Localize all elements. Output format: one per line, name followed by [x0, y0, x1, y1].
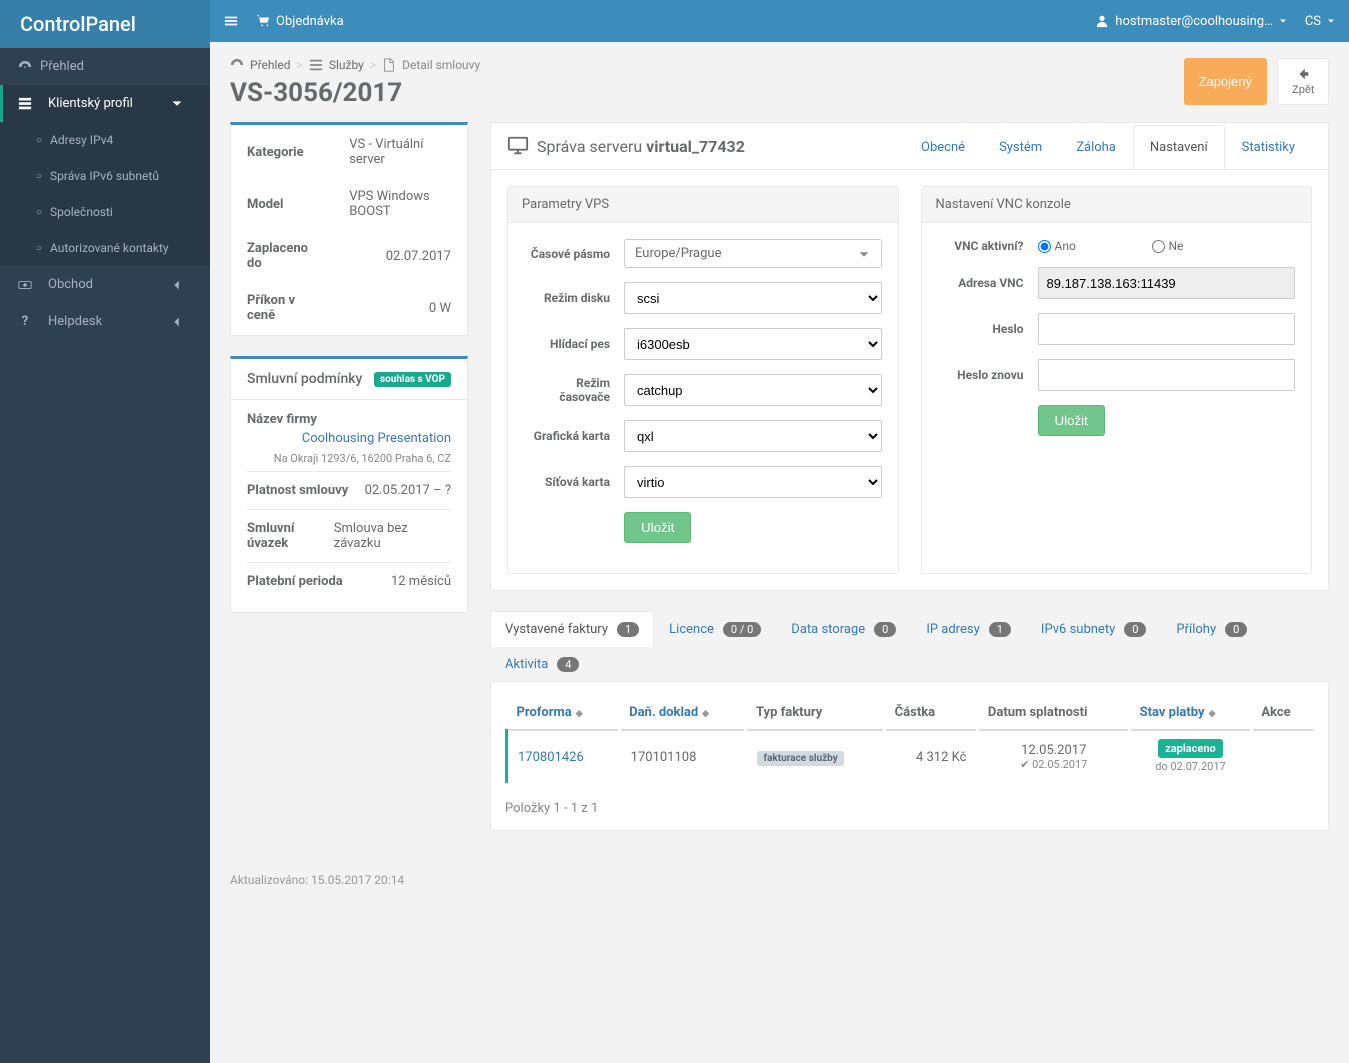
topbar: Objednávka hostmaster@coolhousing… CS [210, 0, 1349, 42]
nav-companies[interactable]: Společnosti [0, 194, 210, 230]
vnc-card: Nastavení VNC konzole VNC aktivní? Ano N… [921, 186, 1313, 574]
tab-settings[interactable]: Nastavení [1133, 125, 1225, 169]
vnc-active-yes[interactable]: Ano [1038, 239, 1138, 253]
detail-tabs: Vystavené faktury1 Licence0 / 0 Data sto… [490, 611, 1329, 831]
disk-mode-select[interactable]: scsi [624, 282, 882, 314]
vnc-password-field[interactable] [1038, 313, 1296, 345]
nav-client-profile[interactable]: Klientský profil [0, 85, 210, 122]
vnc-password2-field[interactable] [1038, 359, 1296, 391]
vnc-active-no[interactable]: Ne [1152, 239, 1252, 253]
arrow-left-icon [1296, 67, 1310, 81]
subtab-ipv6[interactable]: IPv6 subnety0 [1026, 611, 1162, 647]
chevron-left-icon [170, 278, 184, 292]
nav-ipv6[interactable]: Správa IPv6 subnetů [0, 158, 210, 194]
watchdog-select[interactable]: i6300esb [624, 328, 882, 360]
terms-box: Smluvní podmínky souhlas s VOP Název fir… [230, 356, 468, 613]
tab-backup[interactable]: Záloha [1059, 125, 1133, 169]
chevron-left-icon [170, 315, 184, 329]
vnc-address-field[interactable] [1038, 267, 1296, 299]
server-tabs: Obecné Systém Záloha Nastavení Statistik… [904, 125, 1312, 168]
subtab-attachments[interactable]: Přílohy0 [1161, 611, 1262, 647]
col-status[interactable]: Stav platby◆ [1130, 696, 1252, 730]
bc-detail: Detail smlouvy [402, 58, 480, 72]
status-badge-connected[interactable]: Zapojený [1184, 58, 1267, 105]
sidebar: ControlPanel Přehled Klientský profil Ad… [0, 0, 210, 1063]
tab-stats[interactable]: Statistiky [1225, 125, 1312, 169]
subtab-invoices[interactable]: Vystavené faktury1 [490, 611, 654, 647]
lang-menu[interactable]: CS [1305, 14, 1335, 29]
vps-save-button[interactable]: Uložit [624, 512, 691, 543]
caret-down-icon [1279, 17, 1287, 25]
info-box: KategorieVS - Virtuální server ModelVPS … [230, 122, 468, 336]
question-icon: ? [18, 314, 32, 329]
monitor-icon [507, 135, 529, 157]
terms-title: Smluvní podmínky [247, 371, 362, 387]
nav-overview[interactable]: Přehled [0, 48, 210, 85]
brand-logo: ControlPanel [0, 0, 210, 48]
server-panel: Správa serveru virtual_77432 Obecné Syst… [490, 122, 1329, 591]
timezone-select[interactable]: Europe/Prague [624, 239, 882, 268]
table-footer: Položky 1 - 1 z 1 [505, 801, 1314, 816]
subtab-activity[interactable]: Aktivita4 [490, 646, 594, 682]
dashboard-icon [230, 58, 244, 72]
subtab-ip[interactable]: IP adresy1 [911, 611, 1026, 647]
bc-services[interactable]: Služby [329, 58, 364, 72]
timer-mode-select[interactable]: catchup [624, 374, 882, 406]
order-link[interactable]: Objednávka [256, 14, 344, 29]
bc-overview[interactable]: Přehled [250, 58, 291, 72]
nav-authorized-contacts[interactable]: Autorizované kontakty [0, 230, 210, 266]
page-title: VS-3056/2017 [230, 78, 480, 108]
file-icon [382, 58, 396, 72]
company-link[interactable]: Coolhousing Presentation [302, 431, 451, 446]
invoices-table: Proforma◆ Daň. doklad◆ Typ faktury Částk… [505, 696, 1314, 783]
tab-system[interactable]: Systém [982, 125, 1059, 169]
list-icon [309, 58, 323, 72]
chevron-down-icon [170, 97, 184, 111]
tab-general[interactable]: Obecné [904, 125, 982, 169]
subtab-licenses[interactable]: Licence0 / 0 [654, 611, 776, 647]
menu-toggle-icon[interactable] [224, 14, 238, 28]
breadcrumb: Přehled> Služby> Detail smlouvy [230, 58, 480, 72]
col-doc[interactable]: Daň. doklad◆ [619, 696, 746, 730]
user-icon [1095, 14, 1109, 28]
info-row: KategorieVS - Virtuální server [233, 127, 465, 177]
nav-shop[interactable]: Obchod [0, 266, 210, 303]
nav-ipv4[interactable]: Adresy IPv4 [0, 122, 210, 158]
dashboard-icon [18, 60, 32, 74]
col-proforma[interactable]: Proforma◆ [507, 696, 620, 730]
caret-down-icon [1327, 17, 1335, 25]
back-button[interactable]: Zpět [1277, 58, 1329, 105]
info-row: Příkon v ceně0 W [233, 283, 465, 333]
info-row: ModelVPS Windows BOOST [233, 179, 465, 229]
gpu-select[interactable]: qxl [624, 420, 882, 452]
vnc-save-button[interactable]: Uložit [1038, 405, 1105, 436]
nav-client-sub: Adresy IPv4 Správa IPv6 subnetů Společno… [0, 122, 210, 266]
nic-select[interactable]: virtio [624, 466, 882, 498]
page-updated: Aktualizováno: 15.05.2017 20:14 [210, 861, 1349, 899]
user-menu[interactable]: hostmaster@coolhousing… [1095, 14, 1287, 29]
proforma-link[interactable]: 170801426 [518, 750, 584, 765]
table-row: 170801426 170101108 fakturace služby 4 3… [507, 730, 1315, 783]
cart-icon [256, 14, 270, 28]
list-icon [18, 97, 32, 111]
caret-down-icon [857, 247, 871, 261]
subtab-storage[interactable]: Data storage0 [776, 611, 911, 647]
terms-badge: souhlas s VOP [374, 372, 451, 387]
vps-params-card: Parametry VPS Časové pásmo Europe/Prague… [507, 186, 899, 574]
info-row: Zaplaceno do02.07.2017 [233, 231, 465, 281]
nav-helpdesk[interactable]: ? Helpdesk [0, 303, 210, 340]
money-icon [18, 278, 32, 292]
